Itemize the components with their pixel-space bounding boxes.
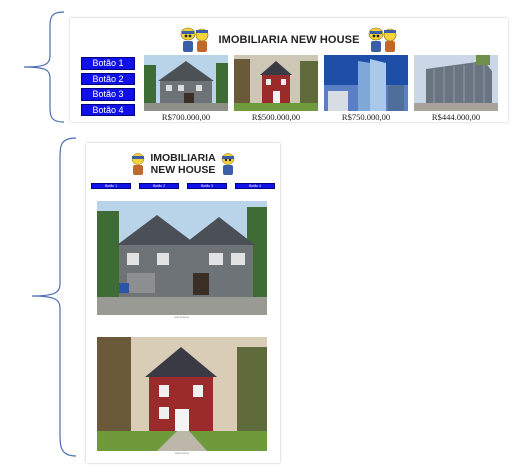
- button-4[interactable]: Botão 4: [81, 103, 135, 116]
- listing-price: R$500.000,00: [174, 452, 190, 455]
- desktop-layout-mockup: IMOBILIARIA NEW HOUSE Botão 1 Botão 2 Bo…: [70, 18, 508, 122]
- site-title: IMOBILIARIA NEW HOUSE: [218, 34, 360, 46]
- listing-card[interactable]: R$700.000,00: [144, 55, 228, 122]
- mascot-icon: [132, 153, 145, 175]
- mascot-icon: [181, 27, 209, 52]
- desktop-brace-icon: [23, 11, 65, 123]
- gray-house-photo: [144, 55, 228, 111]
- office-building-photo: [414, 55, 498, 111]
- listing-price: R$500.000,00: [251, 112, 301, 122]
- site-title: IMOBILIARIA NEW HOUSE: [150, 152, 215, 176]
- button-1[interactable]: Botão 1: [91, 183, 131, 189]
- listing-price: R$750.000,00: [341, 112, 391, 122]
- site-title-line-2: NEW HOUSE: [150, 164, 216, 176]
- listing-price: R$444.000,00: [431, 112, 481, 122]
- gray-house-photo[interactable]: [97, 201, 267, 315]
- button-1[interactable]: Botão 1: [81, 57, 135, 70]
- mascot-icon: [368, 27, 396, 52]
- button-3[interactable]: Botão 3: [187, 183, 227, 189]
- mascot-icon: [221, 153, 234, 175]
- listing-card[interactable]: R$444.000,00: [414, 55, 498, 122]
- button-2[interactable]: Botão 2: [81, 72, 135, 85]
- mobile-layout-mockup: IMOBILIARIA NEW HOUSE Botão 1 Botão 2 Bo…: [86, 143, 280, 463]
- desktop-header: IMOBILIARIA NEW HOUSE: [70, 24, 508, 56]
- desktop-nav-buttons: Botão 1 Botão 2 Botão 3 Botão 4: [81, 57, 135, 116]
- site-title-line-1: IMOBILIARIA: [150, 152, 216, 164]
- glass-tower-photo: [324, 55, 408, 111]
- button-3[interactable]: Botão 3: [81, 88, 135, 101]
- mobile-header: IMOBILIARIA NEW HOUSE: [86, 148, 280, 180]
- desktop-listings: R$700.000,00 R$500.000,00 R$750.000,00 R…: [144, 55, 498, 122]
- button-4[interactable]: Botão 4: [235, 183, 275, 189]
- mobile-nav-buttons: Botão 1 Botão 2 Botão 3 Botão 4: [91, 183, 275, 189]
- red-house-photo[interactable]: [97, 337, 267, 451]
- listing-price: R$700.000,00: [161, 112, 211, 122]
- listing-price: R$700.000,00: [174, 316, 190, 319]
- button-2[interactable]: Botão 2: [139, 183, 179, 189]
- red-house-photo: [234, 55, 318, 111]
- mobile-brace-icon: [31, 137, 77, 457]
- listing-card[interactable]: R$750.000,00: [324, 55, 408, 122]
- listing-card[interactable]: R$500.000,00: [234, 55, 318, 122]
